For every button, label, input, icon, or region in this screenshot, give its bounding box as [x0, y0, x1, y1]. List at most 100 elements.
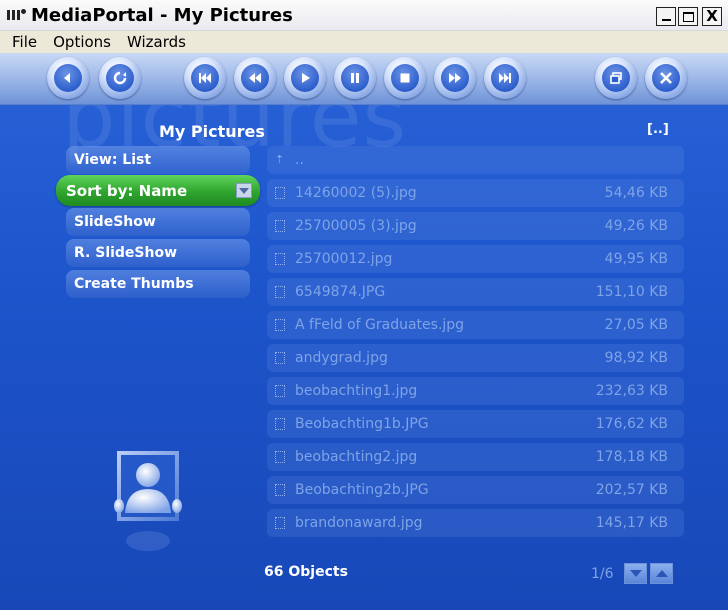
list-item[interactable]: andygrad.jpg 98,92 KB — [267, 344, 684, 372]
image-file-icon — [275, 253, 285, 265]
list-item[interactable]: A fFeld of Graduates.jpg 27,05 KB — [267, 311, 684, 339]
file-size: 202,57 KB — [595, 482, 668, 498]
slideshow-label: SlideShow — [74, 214, 156, 230]
refresh-button[interactable] — [99, 57, 141, 99]
parent-folder-link[interactable]: [..] — [647, 122, 669, 137]
sort-by-name-button[interactable]: Sort by: Name — [56, 175, 260, 206]
page-indicator: 1/6 — [591, 566, 614, 582]
image-file-icon — [275, 352, 285, 364]
list-item[interactable]: 25700012.jpg 49,95 KB — [267, 245, 684, 273]
minimize-button[interactable] — [656, 7, 676, 26]
file-size: 49,95 KB — [604, 251, 668, 267]
maximize-button[interactable] — [678, 7, 698, 26]
pause-icon — [351, 73, 359, 83]
sort-by-name-label: Sort by: Name — [66, 181, 188, 200]
file-name: beobachting2.jpg — [295, 449, 418, 465]
main-panel: pictures My Pictures [..] View: List Sor… — [0, 53, 728, 610]
file-name: 25700005 (3).jpg — [295, 218, 417, 234]
next-track-button[interactable] — [484, 57, 526, 99]
menu-wizards[interactable]: Wizards — [127, 33, 186, 51]
page-title: My Pictures — [159, 122, 265, 141]
image-file-icon — [275, 286, 285, 298]
window-restore-icon — [610, 72, 622, 84]
view-list-label: View: List — [74, 152, 152, 168]
page-down-button[interactable] — [624, 563, 647, 584]
image-file-icon — [275, 187, 285, 199]
list-item[interactable]: Beobachting1b.JPG 176,62 KB — [267, 410, 684, 438]
file-size: 232,63 KB — [595, 383, 668, 399]
menu-bar: File Options Wizards — [0, 31, 728, 53]
media-toolbar — [0, 53, 728, 105]
view-list-button[interactable]: View: List — [66, 146, 250, 174]
play-button[interactable] — [284, 57, 326, 99]
file-name: Beobachting1b.JPG — [295, 416, 429, 432]
slideshow-button[interactable]: SlideShow — [66, 208, 250, 236]
dropdown-arrow-icon — [236, 183, 252, 198]
file-name: beobachting1.jpg — [295, 383, 418, 399]
stop-icon — [400, 73, 410, 83]
list-item[interactable]: Beobachting2b.JPG 202,57 KB — [267, 476, 684, 504]
file-size: 27,05 KB — [604, 317, 668, 333]
fast-forward-icon — [449, 73, 461, 83]
object-count: 66 Objects — [264, 564, 348, 580]
previous-track-button[interactable] — [184, 57, 226, 99]
close-x-icon — [660, 72, 672, 84]
file-name: 6549874.JPG — [295, 284, 386, 300]
back-arrow-icon — [64, 73, 70, 83]
menu-options[interactable]: Options — [53, 33, 111, 51]
parent-folder-icon: ⇡ — [275, 153, 285, 166]
file-name: 14260002 (5).jpg — [295, 185, 417, 201]
close-button[interactable]: X — [702, 7, 722, 26]
list-item[interactable]: beobachting1.jpg 232,63 KB — [267, 377, 684, 405]
window-title: MediaPortal - My Pictures — [31, 4, 293, 26]
user-picture-frame-icon — [114, 451, 182, 551]
back-button[interactable] — [47, 57, 89, 99]
image-file-icon — [275, 517, 285, 529]
page-up-button[interactable] — [650, 563, 673, 584]
rewind-button[interactable] — [234, 57, 276, 99]
file-size: 151,10 KB — [595, 284, 668, 300]
menu-file[interactable]: File — [12, 33, 37, 51]
mediaportal-logo-icon — [7, 8, 27, 22]
arrow-down-icon — [629, 570, 642, 577]
skip-back-icon — [199, 73, 211, 83]
image-file-icon — [275, 484, 285, 496]
image-file-icon — [275, 319, 285, 331]
file-size: 176,62 KB — [595, 416, 668, 432]
file-size: 54,46 KB — [604, 185, 668, 201]
file-name: andygrad.jpg — [295, 350, 388, 366]
list-item[interactable]: beobachting2.jpg 178,18 KB — [267, 443, 684, 471]
list-item[interactable]: 14260002 (5).jpg 54,46 KB — [267, 179, 684, 207]
file-size: 145,17 KB — [595, 515, 668, 531]
list-item[interactable]: brandonaward.jpg 145,17 KB — [267, 509, 684, 537]
create-thumbs-label: Create Thumbs — [74, 276, 194, 292]
play-icon — [302, 73, 310, 83]
image-file-icon — [275, 220, 285, 232]
list-item[interactable]: 6549874.JPG 151,10 KB — [267, 278, 684, 306]
skip-forward-icon — [499, 73, 511, 83]
random-slideshow-button[interactable]: R. SlideShow — [66, 239, 250, 267]
exit-button[interactable] — [645, 57, 687, 99]
rewind-icon — [249, 73, 261, 83]
image-file-icon — [275, 385, 285, 397]
image-file-icon — [275, 418, 285, 430]
file-name: brandonaward.jpg — [295, 515, 423, 531]
fast-forward-button[interactable] — [434, 57, 476, 99]
file-name: 25700012.jpg — [295, 251, 393, 267]
file-name: .. — [295, 152, 304, 168]
restore-window-button[interactable] — [595, 57, 637, 99]
pause-button[interactable] — [334, 57, 376, 99]
random-slideshow-label: R. SlideShow — [74, 245, 178, 261]
arrow-up-icon — [655, 570, 668, 577]
title-bar: MediaPortal - My Pictures X — [0, 0, 728, 31]
refresh-icon — [113, 71, 127, 85]
file-size: 49,26 KB — [604, 218, 668, 234]
list-item[interactable]: 25700005 (3).jpg 49,26 KB — [267, 212, 684, 240]
image-file-icon — [275, 451, 285, 463]
create-thumbs-button[interactable]: Create Thumbs — [66, 270, 250, 298]
file-name: Beobachting2b.JPG — [295, 482, 429, 498]
stop-button[interactable] — [384, 57, 426, 99]
file-size: 98,92 KB — [604, 350, 668, 366]
file-size: 178,18 KB — [595, 449, 668, 465]
list-item-parent[interactable]: ⇡.. — [267, 146, 684, 174]
